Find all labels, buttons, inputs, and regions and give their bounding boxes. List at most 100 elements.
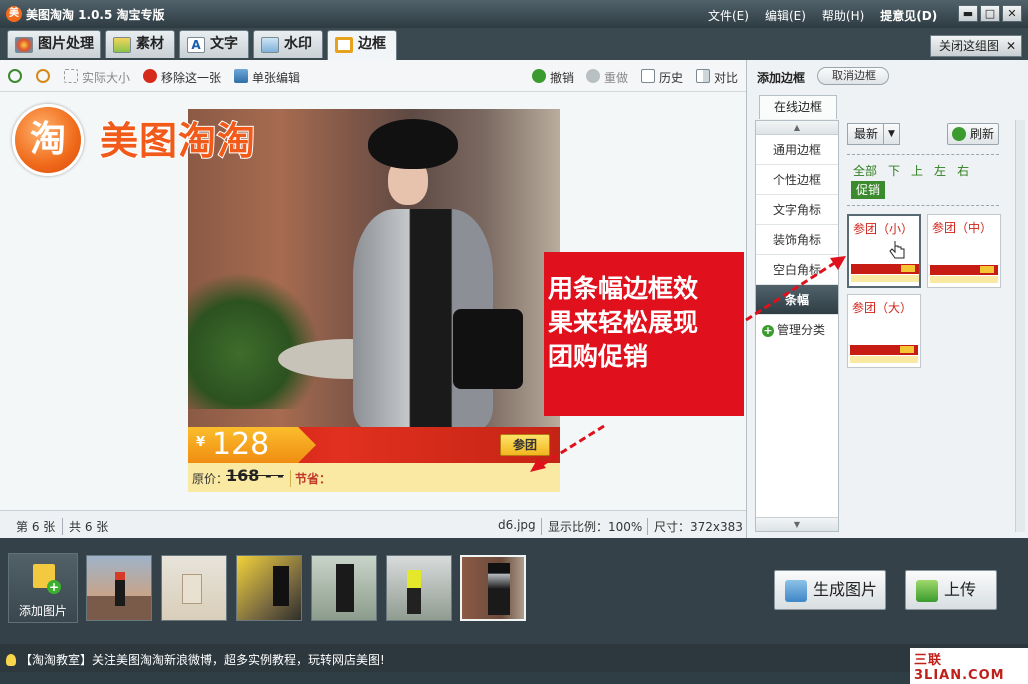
refresh-button[interactable]: 刷新 (947, 123, 999, 145)
redo-label: 重做 (604, 71, 629, 85)
status-file: d6.jpg (498, 518, 536, 532)
manage-categories-button[interactable]: + 管理分类 (756, 315, 838, 345)
category-item[interactable]: 装饰角标 (756, 225, 838, 255)
text-icon: A (187, 37, 205, 53)
film-thumb[interactable] (161, 555, 227, 621)
film-thumb-selected[interactable] (460, 555, 526, 621)
menu-edit[interactable]: 编辑(E) (765, 7, 806, 24)
generate-icon (785, 580, 807, 602)
callout-line: 用条幅边框效 (548, 274, 699, 303)
callout-line: 团购促销 (548, 342, 649, 371)
brand-logo-char: 淘 (29, 119, 66, 160)
tip-text: 【淘淘教室】关注美图淘淘新浪微博，超多实例教程，玩转网店美图! (20, 653, 385, 667)
category-item[interactable]: 文字角标 (756, 195, 838, 225)
single-edit-label: 单张编辑 (252, 71, 301, 85)
tab-text[interactable]: A 文字 (179, 30, 249, 58)
tab-material[interactable]: 素材 (105, 30, 175, 58)
status-zoom: 显示比例：100% (541, 518, 642, 535)
panel-title: 添加边框 (757, 71, 806, 85)
category-item[interactable]: 个性边框 (756, 165, 838, 195)
redo-button[interactable]: 重做 (586, 69, 628, 86)
promo-banner: ¥ 128 参团 (188, 427, 560, 463)
app-logo-icon: 美 (6, 6, 22, 22)
undo-button[interactable]: 撤销 (532, 69, 574, 86)
thumb-pricebar (851, 275, 919, 282)
tab-image-processing[interactable]: 图片处理 (7, 30, 101, 58)
border-thumb-large[interactable]: 参团（大） (847, 294, 921, 368)
app-title: 美图淘淘 1.0.5 淘宝专版 (26, 8, 165, 22)
toolbar: 实际大小 移除这一张 单张编辑 撤销 重做 历史 对比 (0, 60, 746, 92)
border-thumb-small[interactable]: 参团（小） (847, 214, 921, 288)
thumb-pricebar (850, 356, 918, 363)
zoom-in-icon (8, 69, 22, 83)
menu-file[interactable]: 文件(E) (708, 7, 749, 24)
price-bar: 原价： 168 - - 节省： (188, 463, 560, 492)
scrollbar[interactable] (1015, 120, 1025, 532)
filter-left[interactable]: 左 (934, 162, 946, 179)
remove-one-label: 移除这一张 (161, 71, 222, 85)
film-thumb[interactable] (236, 555, 302, 621)
remove-one-button[interactable]: 移除这一张 (143, 69, 221, 86)
filter-promo[interactable]: 促销 (851, 181, 885, 199)
border-thumb-medium[interactable]: 参团（中） (927, 214, 1001, 288)
status-page: 第 6 张 (16, 520, 56, 534)
undo-icon (532, 69, 546, 83)
scroll-down-icon[interactable]: ▼ (756, 517, 838, 531)
thumb-pricebar (930, 276, 998, 283)
film-thumb[interactable] (386, 555, 452, 621)
thumb-title: 参团（中） (932, 221, 993, 235)
tip-link[interactable]: 【淘淘教室】关注美图淘淘新浪微博，超多实例教程，玩转网店美图! (6, 651, 385, 668)
refresh-label: 刷新 (970, 127, 995, 141)
history-button[interactable]: 历史 (641, 69, 683, 86)
menu-help[interactable]: 帮助(H) (822, 7, 864, 24)
menu-feedback[interactable]: 提意见(D) (880, 7, 937, 24)
close-window-button[interactable]: ✕ (1002, 5, 1022, 22)
status-size: 尺寸：372x383 (647, 518, 743, 535)
filter-bottom[interactable]: 下 (888, 162, 900, 179)
photo-bag (453, 309, 523, 389)
add-image-button[interactable]: 添加图片 (8, 553, 78, 623)
scroll-up-icon[interactable]: ▲ (756, 121, 838, 135)
remove-icon (143, 69, 157, 83)
compare-button[interactable]: 对比 (696, 69, 738, 86)
filter-right[interactable]: 右 (957, 162, 969, 179)
photo-model (348, 119, 498, 439)
add-image-icon (33, 564, 61, 594)
close-icon: ✕ (1005, 39, 1016, 53)
model-hat (368, 119, 458, 169)
tab-online-borders[interactable]: 在线边框 (759, 95, 837, 119)
minimize-button[interactable]: ▬ (958, 5, 978, 22)
filmstrip: 添加图片 (0, 538, 746, 644)
photo-plants (188, 269, 318, 409)
category-item[interactable]: 空白角标 (756, 255, 838, 285)
add-image-label: 添加图片 (18, 604, 67, 618)
zoom-out-icon (36, 69, 50, 83)
upload-label: 上传 (944, 580, 977, 599)
category-item[interactable]: 通用边框 (756, 135, 838, 165)
menu-bar: 文件(E) 编辑(E) 帮助(H) 提意见(D) (708, 7, 937, 24)
close-group-label: 关闭这组图 (939, 39, 1000, 53)
maximize-button[interactable]: □ (980, 5, 1000, 22)
upload-icon (916, 580, 938, 602)
tab-watermark[interactable]: 水印 (253, 30, 323, 58)
close-group-button[interactable]: 关闭这组图 ✕ (930, 35, 1022, 57)
category-list: ▲ 通用边框 个性边框 文字角标 装饰角标 空白角标 条幅 + 管理分类 ▼ (755, 120, 839, 532)
actual-size-button[interactable]: 实际大小 (64, 69, 130, 86)
title-bar: 美 美图淘淘 1.0.5 淘宝专版 文件(E) 编辑(E) 帮助(H) 提意见(… (0, 0, 1028, 28)
film-thumb[interactable] (311, 555, 377, 621)
undo-label: 撤销 (550, 71, 575, 85)
plus-icon: + (762, 324, 774, 337)
filter-top[interactable]: 上 (911, 162, 923, 179)
actual-size-label: 实际大小 (82, 71, 131, 85)
category-item-selected[interactable]: 条幅 (756, 285, 838, 315)
cancel-border-button[interactable]: 取消边框 (817, 67, 889, 85)
filter-all[interactable]: 全部 (853, 162, 877, 179)
tab-border[interactable]: 边框 (327, 30, 397, 60)
single-edit-button[interactable]: 单张编辑 (234, 69, 300, 86)
film-thumb[interactable] (86, 555, 152, 621)
upload-button[interactable]: 上传 (905, 570, 997, 610)
sort-dropdown[interactable]: 最新 ▼ (847, 123, 900, 145)
group-buy-badge: 参团 (500, 434, 550, 456)
generate-image-button[interactable]: 生成图片 (774, 570, 886, 610)
thumb-banner (851, 264, 919, 274)
